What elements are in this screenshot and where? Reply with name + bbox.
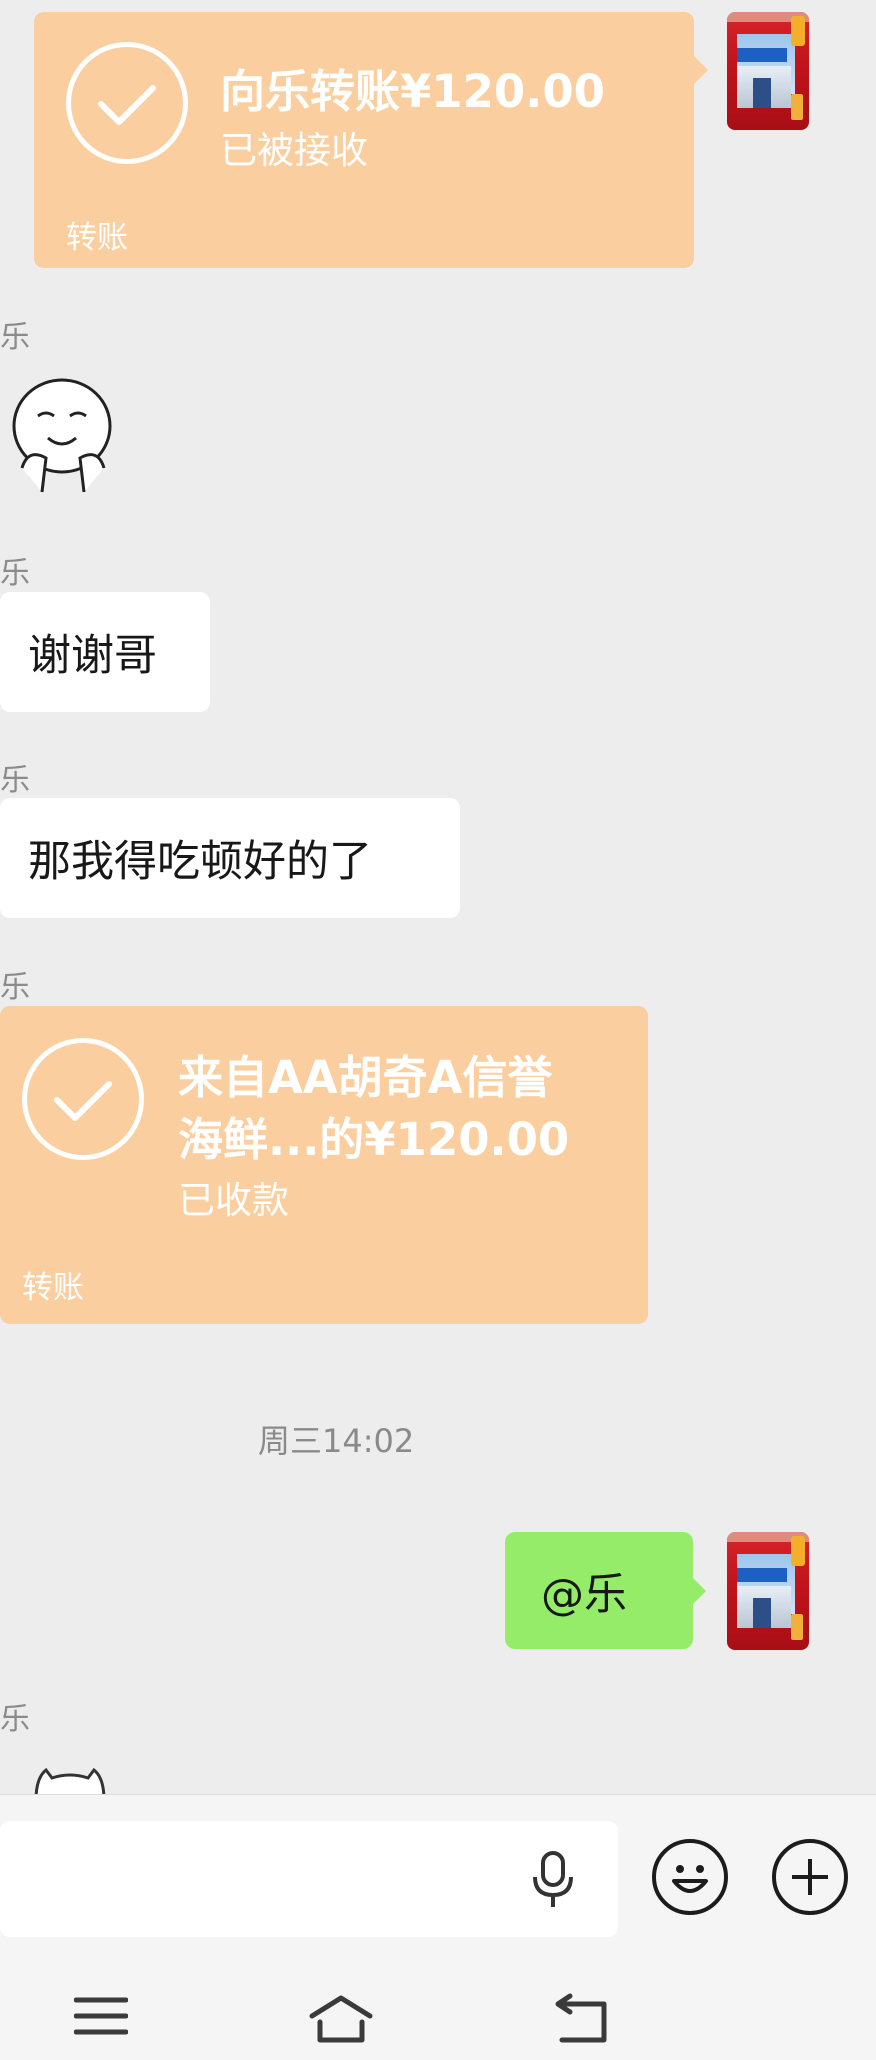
message-bubble[interactable]: 那我得吃顿好的了 [0,798,460,918]
sender-name: 乐 [0,320,30,355]
transfer-status: 已收款 [178,1179,289,1222]
message-text: 那我得吃顿好的了 [28,837,372,887]
sender-name: 乐 [0,970,30,1005]
message-bubble-mine[interactable]: @乐 [505,1532,693,1649]
message-text: 谢谢哥 [28,631,157,681]
check-icon [66,42,188,164]
face-sticker-icon [12,378,112,493]
message-input[interactable] [0,1821,618,1937]
transfer-title: 向乐转账¥120.00 [220,65,605,118]
transfer-title: 海鲜...的¥120.00 [178,1113,570,1166]
microphone-icon[interactable] [528,1851,578,1909]
sticker-face[interactable] [6,372,122,496]
timestamp: 周三14:02 [258,1422,415,1460]
transfer-footer: 转账 [22,1270,84,1306]
home-icon[interactable] [308,1994,374,2044]
sender-name: 乐 [0,556,30,591]
check-icon [22,1038,144,1160]
transfer-card-received[interactable]: 来自AA胡奇A信誉 海鲜...的¥120.00 已收款 转账 [0,1006,648,1324]
sender-name: 乐 [0,1702,30,1737]
transfer-status: 已被接收 [220,129,368,172]
transfer-card-sent[interactable]: 向乐转账¥120.00 已被接收 转账 [34,12,694,268]
message-bubble[interactable]: 谢谢哥 [0,592,210,712]
bubble-tail [693,1578,706,1604]
my-avatar[interactable] [727,1532,809,1650]
sender-name: 乐 [0,763,30,798]
smiley-icon[interactable] [652,1839,728,1915]
transfer-title: 来自AA胡奇A信誉 [178,1051,553,1104]
transfer-footer: 转账 [66,220,128,256]
bubble-tail [694,56,708,84]
navigation-bar [0,1954,876,2060]
sticker-cat[interactable] [30,1760,110,1794]
input-bar [0,1794,876,1955]
menu-icon[interactable] [73,1994,129,2038]
my-avatar[interactable] [727,12,809,130]
back-icon[interactable] [552,1992,610,2044]
cat-sticker-icon [34,1767,106,1794]
plus-icon[interactable] [772,1839,848,1915]
message-text: @乐 [541,1569,627,1620]
